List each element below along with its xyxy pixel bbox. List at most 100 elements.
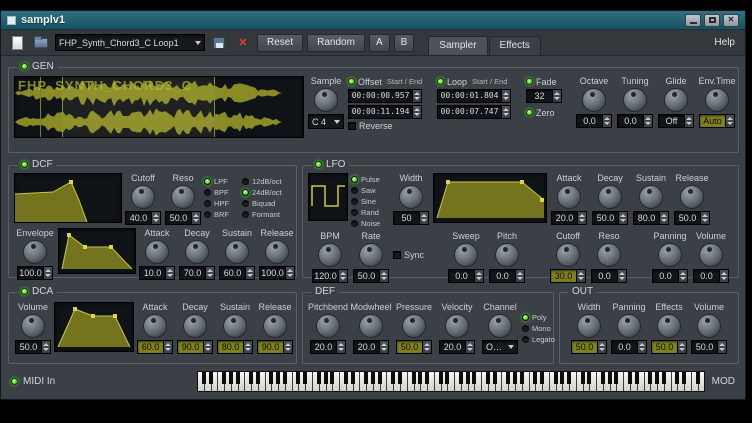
envtime-knob[interactable]	[705, 88, 729, 112]
out-effects-spinbox[interactable]: 50.0	[651, 340, 687, 354]
piano-key-black[interactable]	[209, 372, 213, 384]
dcf-attack-knob[interactable]	[145, 240, 169, 264]
piano-key-white[interactable]	[482, 372, 489, 391]
piano-key-black[interactable]	[493, 372, 497, 384]
lfo-attack-spinbox[interactable]: 20.0	[551, 211, 587, 225]
sync-checkbox[interactable]: Sync	[393, 250, 424, 260]
dcf-reso-knob[interactable]	[171, 185, 195, 209]
dca-volume-knob[interactable]	[21, 314, 45, 338]
lfo-led[interactable]	[315, 161, 322, 168]
lfo-bpm-spinbox[interactable]: 120.0	[312, 269, 348, 283]
piano-key-black[interactable]	[371, 372, 375, 384]
piano-key-black[interactable]	[276, 372, 280, 384]
piano-key-black[interactable]	[303, 372, 307, 384]
piano-key-black[interactable]	[567, 372, 571, 384]
pressure-knob[interactable]	[402, 314, 426, 338]
channel-combo[interactable]: Omn.	[482, 340, 518, 354]
piano-key-black[interactable]	[587, 372, 591, 384]
lfo-shape-pulse[interactable]: Pulse	[351, 174, 389, 184]
spin-arrows[interactable]	[618, 212, 627, 224]
piano-key-white[interactable]	[489, 372, 496, 391]
piano-key-black[interactable]	[560, 372, 564, 384]
dca-sustain-knob[interactable]	[223, 314, 247, 338]
piano-key-black[interactable]	[249, 372, 253, 384]
piano-key-white[interactable]	[658, 372, 665, 391]
lfo-release-spinbox[interactable]: 50.0	[674, 211, 710, 225]
piano-key-black[interactable]	[506, 372, 510, 384]
piano-key-white[interactable]	[469, 372, 476, 391]
piano-key-black[interactable]	[229, 372, 233, 384]
spin-arrows[interactable]	[597, 341, 606, 353]
maximize-button[interactable]	[704, 14, 720, 27]
titlebar[interactable]: samplv1 ✕	[1, 11, 745, 30]
lfo-sustain-knob[interactable]	[639, 185, 663, 209]
piano-key-white[interactable]	[590, 372, 597, 391]
channel-knob[interactable]	[488, 314, 512, 338]
piano-key-white[interactable]	[313, 372, 320, 391]
filter-slope-24db[interactable]: 24dB/oct	[242, 187, 296, 197]
fade-led[interactable]	[526, 78, 533, 85]
piano-key-black[interactable]	[601, 372, 605, 384]
piano-key-white[interactable]	[293, 372, 300, 391]
piano-key-white[interactable]	[597, 372, 604, 391]
minimize-button[interactable]	[685, 14, 701, 27]
piano-key-black[interactable]	[466, 372, 470, 384]
piano-key-black[interactable]	[330, 372, 334, 384]
piano-key-black[interactable]	[324, 372, 328, 384]
piano-key-white[interactable]	[272, 372, 279, 391]
piano-key-white[interactable]	[374, 372, 381, 391]
piano-key-white[interactable]	[286, 372, 293, 391]
piano-key-black[interactable]	[628, 372, 632, 384]
lfo-attack-knob[interactable]	[557, 185, 581, 209]
piano-key-white[interactable]	[327, 372, 334, 391]
piano-key-black[interactable]	[459, 372, 463, 384]
mode-mono[interactable]: Mono	[522, 323, 560, 333]
piano-key-white[interactable]	[543, 372, 550, 391]
spin-arrows[interactable]	[151, 212, 160, 224]
lfo-shape-noise[interactable]: Noise	[351, 218, 389, 228]
dca-release-knob[interactable]	[263, 314, 287, 338]
piano-key-white[interactable]	[462, 372, 469, 391]
dca-attack-spinbox[interactable]: 60.0	[137, 340, 173, 354]
lfo-release-knob[interactable]	[680, 185, 704, 209]
piano-key-white[interactable]	[509, 372, 516, 391]
swap-a-button[interactable]: A	[369, 34, 390, 52]
piano-key-white[interactable]	[428, 372, 435, 391]
spin-arrows[interactable]	[717, 341, 726, 353]
piano-key-white[interactable]	[530, 372, 537, 391]
spin-arrows[interactable]	[659, 212, 668, 224]
dcf-sustain-knob[interactable]	[225, 240, 249, 264]
lfo-cutoff-spinbox[interactable]: 30.0	[550, 269, 586, 283]
piano-key-black[interactable]	[635, 372, 639, 384]
spin-arrows[interactable]	[700, 212, 709, 224]
lfo-wave-display[interactable]	[308, 173, 348, 221]
piano-key-white[interactable]	[475, 372, 482, 391]
dca-decay-spinbox[interactable]: 90.0	[177, 340, 213, 354]
lfo-rate-spinbox[interactable]: 50.0	[353, 269, 389, 283]
lfo-sweep-knob[interactable]	[454, 243, 478, 267]
zero-led[interactable]	[526, 109, 533, 116]
piano-key-white[interactable]	[266, 372, 273, 391]
piano-key-black[interactable]	[662, 372, 666, 384]
spin-arrows[interactable]	[577, 212, 586, 224]
dcf-reso-spinbox[interactable]: 50.0	[165, 211, 201, 225]
piano-key-white[interactable]	[252, 372, 259, 391]
piano-key-white[interactable]	[516, 372, 523, 391]
piano-key-black[interactable]	[581, 372, 585, 384]
piano-key-black[interactable]	[236, 372, 240, 384]
piano-key-white[interactable]	[401, 372, 408, 391]
out-volume-spinbox[interactable]: 50.0	[691, 340, 727, 354]
lfo-reso-spinbox[interactable]: 0.0	[591, 269, 627, 283]
mod-label[interactable]: MOD	[712, 376, 735, 387]
spin-arrows[interactable]	[205, 267, 214, 279]
piano-key-white[interactable]	[212, 372, 219, 391]
piano-key-black[interactable]	[682, 372, 686, 384]
dca-volume-spinbox[interactable]: 50.0	[15, 340, 51, 354]
spin-arrows[interactable]	[245, 267, 254, 279]
envtime-spinbox[interactable]: Auto	[699, 114, 735, 128]
spin-arrows[interactable]	[465, 341, 474, 353]
piano-key-black[interactable]	[202, 372, 206, 384]
tab-sampler[interactable]: Sampler	[428, 36, 487, 55]
piano-key-black[interactable]	[222, 372, 226, 384]
piano-key-white[interactable]	[279, 372, 286, 391]
